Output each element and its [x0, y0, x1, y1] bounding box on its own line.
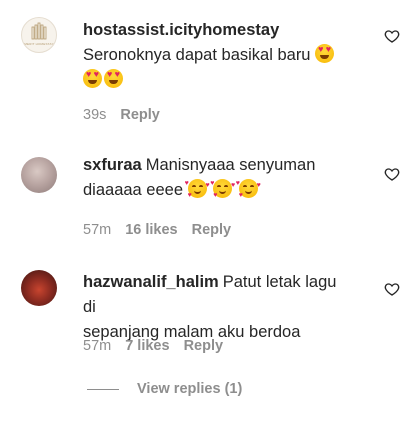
heart-eyes-emoji-icon	[315, 44, 335, 63]
comment-meta: 57m 16 likes Reply	[83, 221, 245, 239]
heart-outline-icon[interactable]	[384, 28, 400, 44]
comment-text: Seronoknya dapat basikal baru	[83, 46, 311, 64]
comment-body: hazwanalif_halim Patut letak lagu di sepa…	[83, 270, 353, 345]
likes-count[interactable]: 7 likes	[125, 338, 169, 354]
comment-time: 57m	[83, 338, 112, 354]
comment-username[interactable]: sxfuraa	[83, 156, 142, 174]
avatar[interactable]	[21, 270, 57, 306]
likes-count[interactable]: 16 likes	[125, 222, 177, 238]
heart-outline-icon[interactable]	[384, 281, 400, 297]
smiling-face-with-hearts-emoji-icon: ♥ ♥ ♥	[235, 179, 261, 199]
view-replies-label: View replies (1)	[137, 381, 243, 397]
reply-button[interactable]: Reply	[120, 107, 160, 123]
heart-eyes-emoji-icon	[83, 69, 102, 88]
comment-username[interactable]: hazwanalif_halim	[83, 273, 219, 291]
heart-eyes-emoji-icon	[104, 69, 123, 88]
comment-time: 57m	[83, 222, 112, 238]
avatar-logo-text: MERIT HOMESTAY	[24, 42, 54, 46]
comment-body: hostassist.icityhomestay Seronoknya dapa…	[83, 18, 353, 93]
heart-outline-icon[interactable]	[384, 166, 400, 182]
comment-meta: 39s Reply	[83, 106, 174, 124]
comment-text: Manisnyaaa senyuman	[145, 156, 316, 174]
avatar[interactable]	[21, 157, 57, 193]
comment-username[interactable]: hostassist.icityhomestay	[83, 21, 279, 39]
divider	[87, 388, 119, 390]
smiling-face-with-hearts-emoji-icon: ♥ ♥ ♥	[184, 179, 210, 199]
reply-button[interactable]: Reply	[184, 338, 224, 354]
smiling-face-with-hearts-emoji-icon: ♥ ♥ ♥	[210, 179, 236, 199]
view-replies-button[interactable]: View replies (1)	[87, 380, 242, 398]
comment-body: sxfuraa Manisnyaaa senyuman diaaaaa eeee …	[83, 153, 353, 203]
comment-time: 39s	[83, 107, 107, 123]
avatar[interactable]: MERIT HOMESTAY	[21, 17, 57, 53]
reply-button[interactable]: Reply	[192, 222, 232, 238]
comment-text: diaaaaa eeee	[83, 181, 184, 199]
homestay-logo-icon	[31, 22, 47, 40]
comment-meta: 57m 7 likes Reply	[83, 337, 237, 355]
